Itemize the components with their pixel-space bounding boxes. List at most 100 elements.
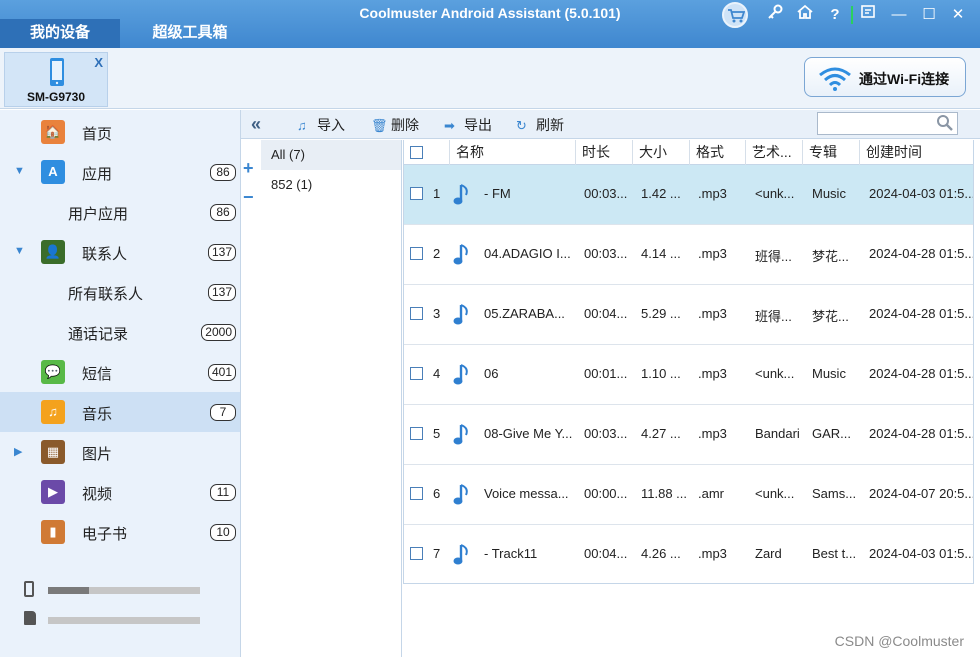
album-item[interactable]: 852 (1) (261, 170, 401, 200)
count-badge: 2000 (201, 324, 236, 341)
device-close-icon[interactable]: X (94, 55, 103, 70)
cell-created: 2024-04-28 01:5... (869, 426, 974, 441)
export-button[interactable]: ➡ 导出 (444, 115, 492, 135)
sidebar-item-label: 所有联系人 (68, 286, 144, 303)
table-row[interactable]: 2 04.ADAGIO I... 00:03... 4.14 ... .mp3 班得...… (404, 225, 973, 285)
count-badge: 7 (210, 404, 236, 421)
close-button[interactable]: ✕ (947, 4, 969, 26)
remove-album-icon[interactable]: − (243, 187, 254, 208)
sidebar-item-label: 音乐 (82, 406, 113, 423)
album-item[interactable]: All (7) (261, 140, 401, 170)
home-button[interactable] (794, 4, 816, 26)
sidebar-item[interactable]: ▶ ▦ 图片 (0, 432, 240, 472)
music-note-icon (453, 364, 468, 385)
cart-icon[interactable] (722, 2, 748, 28)
watermark: CSDN @Coolmuster (834, 633, 964, 649)
table-row[interactable]: 5 08-Give Me Y... 00:03... 4.27 ... .mp3 Band… (404, 405, 974, 465)
contacts-icon: 👤 (41, 240, 65, 264)
refresh-button[interactable]: ↻ 刷新 (516, 115, 564, 135)
row-checkbox[interactable] (410, 307, 423, 320)
cell-name: 08-Give Me Y... (484, 426, 573, 441)
row-checkbox[interactable] (410, 247, 423, 260)
cell-album: Music (812, 366, 846, 381)
import-button[interactable]: ♫ 导入 (297, 115, 345, 135)
device-tab[interactable]: X SM-G9730 (4, 52, 108, 107)
delete-button[interactable]: 🗑 删除 (371, 115, 419, 135)
wifi-connect-button[interactable]: 通过Wi-Fi连接 (804, 57, 966, 97)
column-header[interactable]: 艺术... (745, 140, 802, 165)
column-header[interactable]: 名称 (449, 140, 575, 165)
column-header[interactable]: 格式 (689, 140, 745, 165)
key-icon[interactable] (764, 4, 786, 26)
search-input[interactable] (817, 112, 958, 135)
table-row[interactable]: 7 - Track11 00:04... 4.26 ... .mp3 Zard Best t… (404, 525, 973, 583)
sidebar-item[interactable]: 用户应用 86 (0, 192, 240, 232)
sidebar-item[interactable]: ▼ 👤 联系人 137 (0, 232, 240, 272)
music-note-icon (453, 244, 468, 265)
count-badge: 11 (210, 484, 236, 501)
add-album-icon[interactable]: + (243, 158, 254, 179)
tab-toolbox[interactable]: 超级工具箱 (130, 19, 250, 48)
sidebar-item[interactable]: ♫ 音乐 7 (0, 392, 240, 432)
expand-right-icon[interactable]: ▶ (14, 445, 22, 458)
row-checkbox[interactable] (410, 367, 423, 380)
wifi-connect-label: 通过Wi-Fi连接 (859, 71, 950, 87)
sidebar-item[interactable]: 🏠 首页 (0, 112, 240, 152)
phone-storage-icon (24, 581, 34, 597)
table-row[interactable]: 1 - FM 00:03... 1.42 ... .mp3 <unk... Music 202… (404, 165, 973, 225)
select-all-checkbox[interactable] (410, 146, 423, 159)
cell-album: 梦花... (812, 309, 849, 324)
column-header[interactable]: 大小 (632, 140, 689, 165)
row-checkbox[interactable] (410, 187, 423, 200)
column-header[interactable]: 创建时间 (859, 140, 973, 165)
row-checkbox[interactable] (410, 487, 423, 500)
row-checkbox[interactable] (410, 547, 423, 560)
storage-indicator (22, 610, 212, 630)
cell-artist: <unk... (755, 366, 795, 381)
cell-album: 梦花... (812, 249, 849, 264)
cell-duration: 00:04... (584, 546, 628, 561)
expand-down-icon[interactable]: ▼ (14, 165, 25, 177)
cell-duration: 00:03... (584, 426, 628, 441)
sidebar-item[interactable]: ▶ 视频 11 (0, 472, 240, 512)
table-row[interactable]: 3 05.ZARABA... 00:04... 5.29 ... .mp3 班得... 梦花… (404, 285, 974, 345)
storage-bar-fill (48, 587, 90, 594)
collapse-panel-button[interactable]: « (251, 114, 261, 135)
row-index: 1 (433, 186, 441, 201)
music-note-icon (453, 304, 468, 325)
cell-format: .mp3 (698, 366, 727, 381)
column-header[interactable]: 时长 (575, 140, 632, 165)
cell-created: 2024-04-28 01:5... (869, 306, 974, 321)
row-index: 4 (433, 366, 441, 381)
row-index: 2 (433, 246, 441, 261)
refresh-icon: ↻ (516, 118, 527, 133)
table-row[interactable]: 4 06 00:01... 1.10 ... .mp3 <unk... Music 2024-… (404, 345, 973, 405)
sidebar-item[interactable]: 所有联系人 137 (0, 272, 240, 312)
column-header[interactable]: 专辑 (802, 140, 859, 165)
cell-size: 4.26 ... (641, 546, 681, 561)
expand-down-icon[interactable]: ▼ (14, 245, 25, 257)
device-bar: X SM-G9730 通过Wi-Fi连接 (0, 48, 980, 109)
sidebar-item[interactable]: 通话记录 2000 (0, 312, 240, 352)
sidebar-item-label: 首页 (82, 126, 113, 143)
cell-size: 5.29 ... (641, 306, 681, 321)
maximize-button[interactable]: ☐ (918, 4, 940, 26)
table-row[interactable]: 6 Voice messa... 00:00... 11.88 ... .amr <unk… (404, 465, 973, 525)
cell-format: .mp3 (698, 186, 727, 201)
feedback-icon[interactable] (857, 4, 879, 26)
help-button[interactable]: ? (824, 4, 846, 26)
sidebar-item[interactable]: 💬 短信 401 (0, 352, 240, 392)
storage-indicator (22, 580, 212, 600)
cell-duration: 00:03... (584, 246, 628, 261)
cell-duration: 00:03... (584, 186, 628, 201)
sidebar-item[interactable]: ▮ 电子书 10 (0, 512, 240, 552)
tab-my-device[interactable]: 我的设备 (0, 19, 120, 48)
sidebar-item[interactable]: ▼ A 应用 86 (0, 152, 240, 192)
music-note-icon (453, 544, 468, 565)
sidebar-item-label: 图片 (82, 446, 113, 463)
storage-bar (48, 617, 200, 624)
minimize-button[interactable]: — (888, 4, 910, 26)
cell-duration: 00:00... (584, 486, 628, 501)
row-checkbox[interactable] (410, 427, 423, 440)
count-badge: 10 (210, 524, 236, 541)
